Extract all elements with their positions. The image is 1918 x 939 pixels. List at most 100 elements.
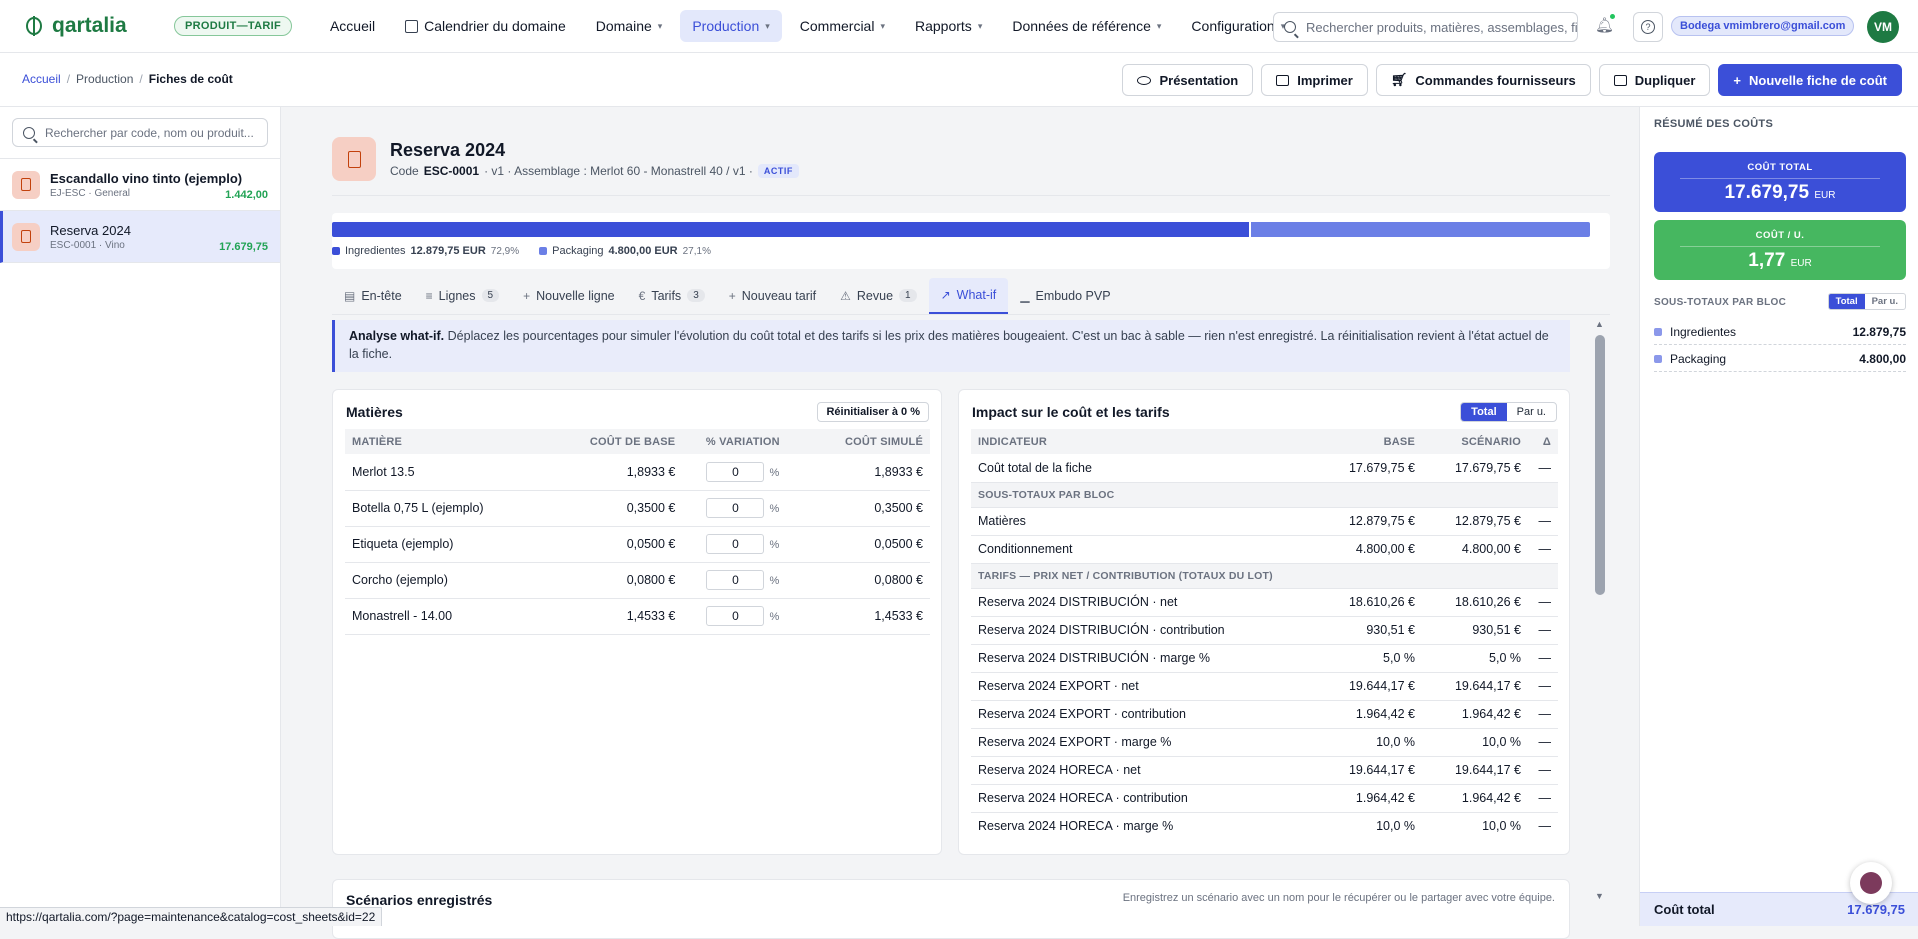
subtotals-toggle: Total Par u. [1827, 293, 1906, 310]
chevron-down-icon: ▾ [880, 20, 885, 31]
cost-bar-legend: Ingredientes 12.879,75 EUR 72,9% Packagi… [332, 245, 711, 257]
logo-text: qartalia [52, 14, 127, 37]
subtotal-row: Ingredientes 12.879,75 [1654, 319, 1906, 345]
scroll-up-icon[interactable]: ▲ [1595, 319, 1604, 329]
list-item[interactable]: Reserva 2024 ESC-0001 · Vino 17.679,75 [0, 211, 280, 263]
question-icon: ? [1641, 20, 1655, 34]
summary-title: RÉSUMÉ DES COÛTS [1654, 118, 1774, 130]
nav-accueil[interactable]: Accueil [318, 10, 387, 42]
plan-badge: PRODUIT—TARIF [174, 16, 292, 36]
toggle-per-unit[interactable]: Par u. [1865, 294, 1905, 309]
chevron-down-icon: ▾ [1156, 20, 1162, 31]
table-row: Etiqueta (ejemplo) 0,0500 € % 0,0500 € [345, 526, 930, 563]
tab-nouvelle-ligne[interactable]: + Nouvelle ligne [511, 279, 627, 313]
breadcrumb-section[interactable]: Production [76, 72, 133, 86]
section-row: TARIFS — PRIX NET / CONTRIBUTION (TOTAUX… [971, 563, 1558, 589]
total-cost-card: COÛT TOTAL 17.679,75 EUR [1654, 152, 1906, 212]
duplicate-button[interactable]: Dupliquer [1598, 64, 1711, 96]
trend-icon: ↗ [940, 287, 951, 302]
copy-icon [1613, 74, 1627, 86]
toggle-total[interactable]: Total [1461, 403, 1507, 421]
legend-swatch [332, 247, 340, 255]
tab-what-if[interactable]: ↗ What-if [928, 277, 1009, 314]
tab-lignes[interactable]: ≡ Lignes 5 [414, 279, 511, 313]
variation-input[interactable] [706, 606, 765, 626]
scrollbar[interactable]: ▲ ▼ [1595, 319, 1605, 901]
sheet-search-input[interactable]: Rechercher par code, nom ou produit... [12, 118, 268, 147]
scroll-down-icon[interactable]: ▼ [1595, 891, 1604, 901]
variation-input[interactable] [706, 461, 765, 482]
tab-en-tete[interactable]: ▤ En-tête [332, 279, 414, 313]
cost-breakdown-bar: Ingredientes 12.879,75 EUR 72,9% Packagi… [332, 213, 1610, 269]
sheet-name: Reserva 2024 [50, 222, 131, 238]
nav-calendrier[interactable]: Calendrier du domaine [393, 10, 578, 42]
nav-rapports[interactable]: Rapports ▾ [903, 10, 994, 42]
sheet-sub: ESC-0001 · Vino [50, 239, 125, 251]
tab-nouveau-tarif[interactable]: + Nouveau tarif [717, 279, 828, 313]
impact-table: INDICATEUR BASE SCÉNARIO Δ Coût total de… [971, 429, 1558, 840]
legend-swatch [1654, 354, 1662, 363]
list-item[interactable]: Escandallo vino tinto (ejemplo) EJ-ESC ·… [0, 159, 280, 211]
help-button[interactable]: ? [1633, 12, 1663, 42]
sheet-code: ESC-0001 [423, 164, 480, 178]
search-icon [23, 126, 35, 139]
new-cost-sheet-button[interactable]: + Nouvelle fiche de coût [1718, 64, 1902, 96]
impact-title: Impact sur le coût et les tarifs [972, 404, 1170, 420]
print-button[interactable]: Imprimer [1261, 64, 1368, 96]
cart-icon: 🛒︎ [1390, 72, 1408, 87]
plus-icon: + [523, 288, 531, 303]
variation-input[interactable] [706, 498, 765, 518]
nav-commercial[interactable]: Commercial ▾ [788, 10, 897, 42]
cost-bar-segment-ingredientes [332, 222, 1250, 237]
breadcrumb-home[interactable]: Accueil [22, 72, 61, 86]
table-row: Monastrell - 14.00 1,4533 € % 1,4533 € [345, 598, 930, 635]
chat-assistant-button[interactable] [1850, 862, 1892, 904]
nav-domaine[interactable]: Domaine ▾ [584, 10, 675, 42]
nav-production[interactable]: Production ▾ [680, 10, 782, 42]
impact-toggle: Total Par u. [1460, 402, 1557, 422]
clipboard-icon [12, 222, 40, 251]
table-row: Reserva 2024 EXPORT · marge % 10,0 % 10,0 … [971, 728, 1558, 757]
breadcrumb-current: Fiches de coût [148, 72, 233, 86]
global-search-input[interactable]: Rechercher produits, matières, assemblag… [1273, 12, 1578, 42]
variation-input[interactable] [706, 570, 765, 590]
materials-table: MATIÈRE COÛT DE BASE % VARIATION COÛT SI… [345, 429, 930, 635]
table-row: Reserva 2024 DISTRIBUCIÓN · contribution… [971, 616, 1558, 645]
toggle-total[interactable]: Total [1828, 294, 1865, 309]
presentation-button[interactable]: Présentation [1122, 64, 1254, 96]
layers-icon: ≡ [425, 288, 433, 303]
tab-embudo-pvp[interactable]: ▁ Embudo PVP [1008, 279, 1122, 313]
table-row: Reserva 2024 HORECA · net 19.644,17 €19.6… [971, 756, 1558, 785]
toggle-per-unit[interactable]: Par u. [1507, 403, 1556, 421]
logo[interactable]: qartalia [26, 14, 138, 38]
eye-icon [1137, 75, 1152, 85]
scroll-thumb[interactable] [1595, 335, 1605, 595]
tab-revue[interactable]: ⚠ Revue 1 [828, 279, 928, 313]
reset-button[interactable]: Réinitialiser à 0 % [817, 402, 929, 422]
tenant-user-chip[interactable]: Bodega vmimbrero@gmail.com [1671, 16, 1855, 36]
variation-input[interactable] [706, 534, 765, 554]
plus-icon: + [1733, 72, 1742, 88]
status-badge: ACTIF [757, 164, 799, 178]
sheet-header: Reserva 2024 Code ESC-0001 · v1 · Assemb… [332, 137, 799, 181]
table-row: Coût total de la fiche 17.679,75 €17.679,… [971, 454, 1558, 483]
materials-panel: Matières Réinitialiser à 0 % MATIÈRE COÛ… [332, 389, 942, 855]
section-row: SOUS-TOTAUX PAR BLOC [971, 482, 1558, 508]
supplier-orders-button[interactable]: 🛒︎ Commandes fournisseurs [1375, 64, 1591, 96]
clipboard-icon [332, 137, 376, 181]
subtotals-header: SOUS-TOTAUX PAR BLOC Total Par u. [1654, 293, 1906, 310]
table-row: Matières 12.879,75 €12.879,75 € — [971, 507, 1558, 536]
nav-donnees-reference[interactable]: Données de référence ▾ [1000, 10, 1173, 42]
cost-summary-panel: RÉSUMÉ DES COÛTS COÛT TOTAL 17.679,75 EU… [1639, 107, 1918, 926]
table-row: Conditionnement 4.800,00 €4.800,00 € — [971, 535, 1558, 564]
chevron-down-icon: ▾ [977, 20, 983, 31]
sheet-tabs: ▤ En-tête ≡ Lignes 5 + Nouvelle ligne € Tarif… [332, 277, 1610, 315]
avatar[interactable]: VM [1867, 11, 1899, 43]
table-row: Reserva 2024 EXPORT · contribution 1.964,… [971, 700, 1558, 729]
sheet-value: 1.442,00 [225, 189, 268, 201]
saved-scenarios-panel: Scénarios enregistrés Enregistrez un scé… [332, 879, 1570, 939]
unit-cost-card: COÛT / U. 1,77 EUR [1654, 220, 1906, 280]
table-row: Reserva 2024 EXPORT · net 19.644,17 €19.6… [971, 672, 1558, 701]
bar-chart-icon: ▁ [1020, 288, 1030, 303]
tab-tarifs[interactable]: € Tarifs 3 [627, 279, 717, 313]
